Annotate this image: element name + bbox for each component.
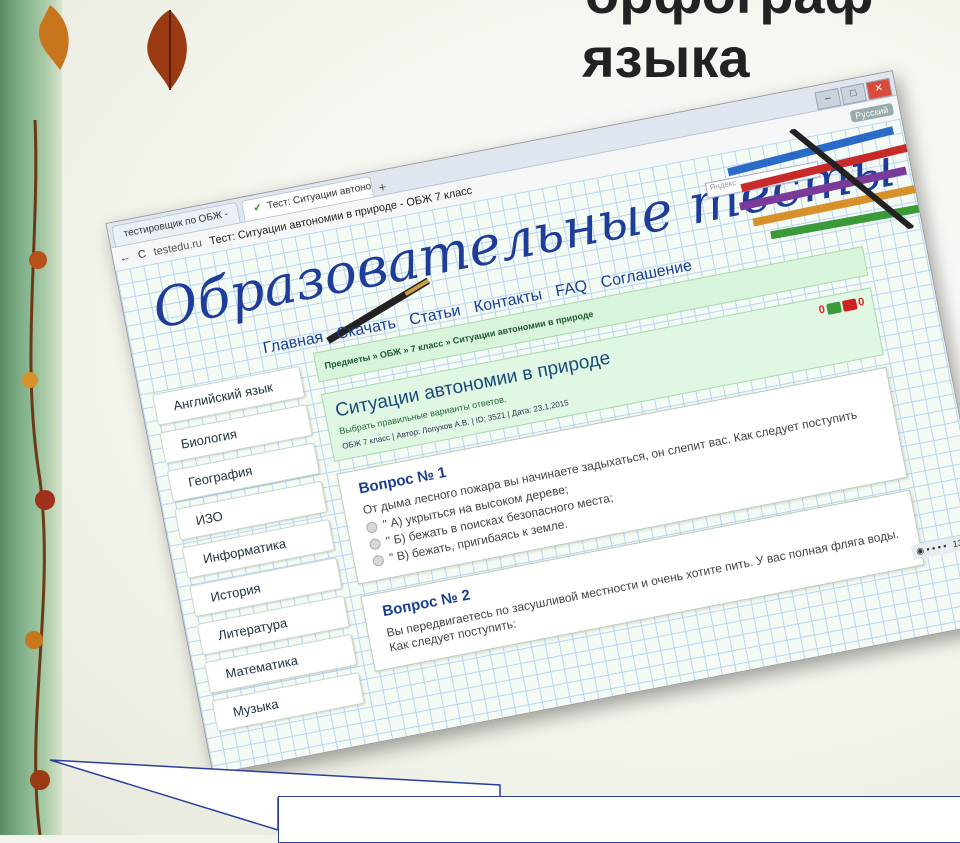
callout-pointer [49,759,501,832]
callout-box [278,796,960,843]
